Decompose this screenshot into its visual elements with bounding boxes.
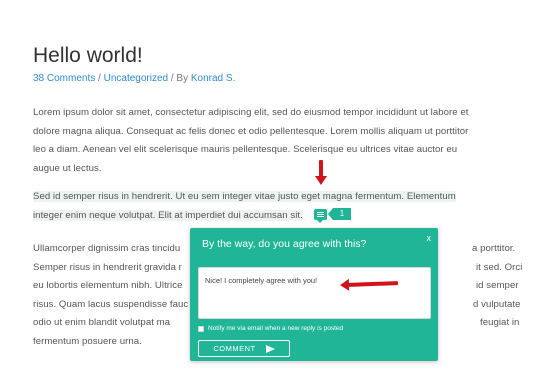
paragraph-line: dolore magna aliqua. Consequat ac felis … xyxy=(33,125,469,137)
paragraph-line: Lorem ipsum dolor sit amet, consectetur … xyxy=(33,107,469,118)
paragraph-line: augue ut lectus. xyxy=(33,162,102,174)
paragraph-line: Sed id semper risus in hendrerit. Ut eu … xyxy=(33,188,518,207)
inline-comment-icon[interactable] xyxy=(314,209,327,223)
annotation-arrow-down-icon xyxy=(315,160,327,185)
line-left: fermentum posuere urna. xyxy=(33,335,142,347)
comment-textarea[interactable]: Nice! I completely agree with you! xyxy=(198,267,431,319)
highlighted-text: Sed id semper risus in hendrerit. Ut eu … xyxy=(33,191,456,202)
post-meta: 38 Comments / Uncategorized / By Konrad … xyxy=(33,73,235,84)
paragraph-line: integer enim neque volutpat. Elit at imp… xyxy=(33,207,518,226)
line-right: it sed. Orci xyxy=(476,261,523,273)
line-right: d vulputate xyxy=(473,298,521,310)
author-prefix: By xyxy=(176,73,189,84)
line-right: id semper xyxy=(476,280,519,291)
popup-title: By the way, do you agree with this? xyxy=(202,238,367,250)
line-right: feugiat in xyxy=(480,317,520,328)
inline-comment-count[interactable]: 1 xyxy=(328,208,351,220)
notify-label: Notify me via email when a new reply is … xyxy=(208,325,344,332)
category-link[interactable]: Uncategorized xyxy=(104,73,168,84)
line-left: risus. Quam lacus suspendisse fauc xyxy=(33,298,189,310)
highlighted-text: integer enim neque volutpat. Elit at imp… xyxy=(33,209,303,221)
paragraph-line: leo a diam. Aenean vel elit scelerisque … xyxy=(33,144,458,155)
paragraph-1: Lorem ipsum dolor sit amet, consectetur … xyxy=(33,104,518,178)
send-icon xyxy=(265,344,275,353)
comment-popup: By the way, do you agree with this? x Ni… xyxy=(190,228,438,361)
line-left: Ullamcorper dignissim cras tincidu xyxy=(33,243,181,254)
post-title: Hello world! xyxy=(33,44,143,67)
close-icon[interactable]: x xyxy=(427,233,432,243)
line-left: Semper risus in hendrerit gravida r xyxy=(33,261,182,273)
comment-submit-button[interactable]: COMMENT xyxy=(198,340,290,357)
comments-link[interactable]: 38 Comments xyxy=(33,73,95,84)
line-right: a porttitor. xyxy=(472,243,516,254)
author-link[interactable]: Konrad S. xyxy=(191,73,235,84)
notify-checkbox[interactable] xyxy=(198,325,204,332)
paragraph-2-highlighted: Sed id semper risus in hendrerit. Ut eu … xyxy=(33,188,518,225)
comment-button-label: COMMENT xyxy=(213,344,256,353)
line-left: eu lobortis elementum nibh. Ultrice xyxy=(33,280,183,291)
line-left: odio ut enim blandit volutpat ma xyxy=(33,317,171,328)
notify-option[interactable]: Notify me via email when a new reply is … xyxy=(198,325,343,332)
